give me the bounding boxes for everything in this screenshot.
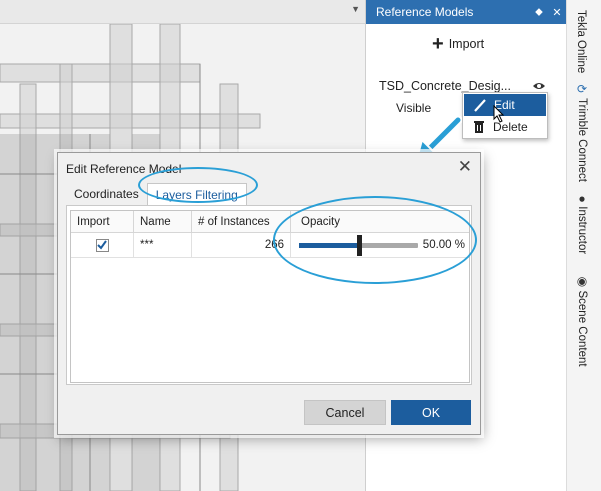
tab-tekla-online-label: Tekla Online bbox=[575, 10, 587, 74]
menu-item-edit[interactable]: Edit bbox=[464, 94, 546, 116]
plus-icon: + bbox=[432, 33, 444, 55]
instructor-icon: ● bbox=[578, 191, 586, 206]
side-tabs: Tekla Online ⟳ Trimble Connect ● Instruc… bbox=[566, 0, 601, 491]
edit-reference-model-dialog: Edit Reference Model ✕ Coordinates Layer… bbox=[57, 152, 481, 435]
tab-trimble-connect-label: Trimble Connect bbox=[576, 98, 588, 182]
close-icon[interactable]: ✕ bbox=[458, 157, 472, 177]
cancel-button[interactable]: Cancel bbox=[304, 400, 386, 425]
visible-label: Visible bbox=[396, 101, 432, 115]
ok-button[interactable]: OK bbox=[391, 400, 471, 425]
tab-instructor[interactable]: ● Instructor bbox=[575, 191, 589, 255]
tab-coordinates[interactable]: Coordinates bbox=[66, 183, 147, 205]
table-cell-name: *** bbox=[134, 233, 192, 258]
pin-icon[interactable]: ⬥ bbox=[530, 6, 548, 19]
checkmark-icon bbox=[97, 240, 107, 250]
tab-instructor-label: Instructor bbox=[576, 206, 588, 255]
tab-scene-content-label: Scene Content bbox=[576, 290, 588, 367]
highlight-ellipse-opacity bbox=[273, 196, 477, 284]
context-menu: Edit Delete bbox=[462, 92, 548, 139]
scene-content-icon: ◉ bbox=[576, 274, 588, 289]
mouse-cursor-icon bbox=[493, 105, 505, 123]
tab-scene-content[interactable]: ◉ Scene Content bbox=[575, 274, 589, 367]
menu-item-delete[interactable]: Delete bbox=[463, 116, 547, 138]
table-cell-import bbox=[71, 233, 134, 258]
highlight-ellipse-tab bbox=[138, 167, 258, 203]
trash-icon bbox=[474, 121, 484, 133]
panel-title: Reference Models bbox=[376, 5, 474, 19]
close-icon[interactable]: ✕ bbox=[548, 6, 566, 19]
panel-header: Reference Models ⬥ ✕ bbox=[366, 0, 566, 24]
import-checkbox[interactable] bbox=[95, 238, 109, 252]
import-button[interactable]: + Import bbox=[432, 33, 485, 55]
tab-trimble-connect[interactable]: ⟳ Trimble Connect bbox=[575, 82, 589, 182]
import-label: Import bbox=[448, 37, 485, 51]
column-header-name[interactable]: Name bbox=[134, 211, 192, 233]
column-header-import[interactable]: Import bbox=[71, 211, 134, 233]
pencil-icon bbox=[474, 99, 486, 112]
trimble-connect-icon: ⟳ bbox=[576, 82, 588, 97]
tab-tekla-online[interactable]: Tekla Online bbox=[575, 10, 587, 73]
reference-model-name[interactable]: TSD_Concrete_Desig... bbox=[379, 79, 511, 93]
dropdown-arrow-icon[interactable]: ▼ bbox=[351, 4, 360, 14]
viewport-toolbar: ▼ bbox=[0, 0, 365, 24]
